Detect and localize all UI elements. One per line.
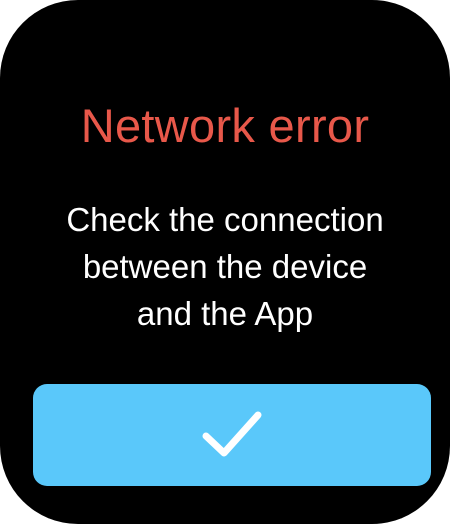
checkmark-icon — [202, 411, 262, 457]
watch-screen: Network error Check the connection betwe… — [0, 0, 450, 524]
confirm-button[interactable] — [33, 384, 431, 486]
error-title: Network error — [80, 99, 370, 152]
error-message: Check the connection between the device … — [66, 201, 384, 332]
